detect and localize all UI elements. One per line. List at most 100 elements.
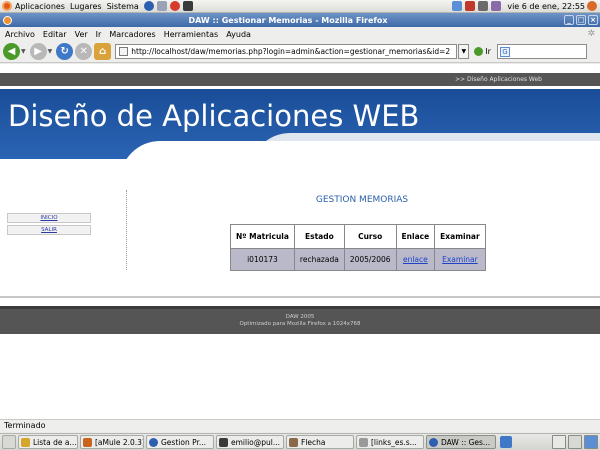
trash-icon[interactable] [584,435,598,449]
task-amule-icon [83,437,92,447]
search-engine-icon[interactable]: G [499,46,510,57]
sidebar-link-inicio[interactable]: INICIO [7,213,91,223]
clipboard-icon[interactable] [478,1,489,11]
menu-bar: Archivo Editar Ver Ir Marcadores Herrami… [0,27,600,41]
task-lista-icon [21,437,30,447]
update-icon[interactable] [491,1,502,11]
go-arrow-icon [474,47,484,56]
maximize-icon[interactable]: □ [576,15,586,25]
site-banner: Diseño de Aplicaciones WEB [0,89,600,159]
menu-ver[interactable]: Ver [75,30,88,39]
enlace-link[interactable]: enlace [403,255,428,264]
task-gestion[interactable]: Gestion Pr... [146,435,214,449]
show-desktop-icon[interactable] [2,435,16,449]
url-history-dropdown-icon[interactable]: ▼ [458,44,470,59]
menu-herramientas[interactable]: Herramientas [164,30,219,39]
task-terminal-icon [219,437,228,447]
task-amule[interactable]: [aMule 2.0.3] [80,435,144,449]
home-icon[interactable]: ⌂ [94,43,112,60]
task-daw-icon [429,437,438,447]
footer-line-2: Optimizado para Mozilla Firefox a 1024x7… [239,321,361,327]
memorias-table: Nº Matricula Estado Curso Enlace Examina… [230,224,486,271]
web-browser-launcher-icon[interactable] [143,1,154,11]
footer-divider [0,296,600,298]
footer-line-1: DAW 2005 [285,314,315,320]
top-panel: Aplicaciones Lugares Sistema vie 6 de en… [0,0,600,13]
window-title: DAW :: Gestionar Memorias - Mozilla Fire… [188,15,388,25]
task-flecha[interactable]: Flecha [286,435,354,449]
panel-clock[interactable]: vie 6 de ene, 22:55 [507,2,585,11]
sidebar-divider [126,190,127,270]
close-icon[interactable]: × [588,15,598,25]
gear-launcher-icon[interactable] [156,1,167,11]
sidebar-link-salir[interactable]: SALIR [7,225,91,235]
stop-icon[interactable]: ✕ [75,43,93,60]
menu-archivo[interactable]: Archivo [5,30,35,39]
navigation-toolbar: ◀ ▼ ▶ ▼ ↻ ✕ ⌂ http://localhost/daw/memor… [0,41,600,63]
cell-curso: 2005/2006 [343,248,397,271]
task-daw[interactable]: DAW :: Ges... [426,435,496,449]
window-title-bar[interactable]: DAW :: Gestionar Memorias - Mozilla Fire… [0,13,600,27]
ubuntu-logo-icon[interactable] [2,1,12,11]
banner-curve [120,141,600,159]
column-header-estado: Estado [293,224,345,249]
table-header-row: Nº Matricula Estado Curso Enlace Examina… [230,224,486,249]
menu-ir[interactable]: Ir [96,30,102,39]
column-header-enlace: Enlace [395,224,436,249]
power-icon[interactable] [587,1,597,11]
firefox-window-icon[interactable] [3,15,12,25]
workspace-2[interactable] [568,435,582,449]
reload-icon[interactable]: ↻ [56,43,74,60]
page-footer: DAW 2005 Optimizado para Mozilla Firefox… [0,306,600,334]
task-daw-label: DAW :: Ges... [441,437,491,447]
terminal-launcher-icon[interactable] [182,1,193,11]
menu-editar[interactable]: Editar [43,30,67,39]
cell-matricula: i010173 [230,248,295,271]
go-button[interactable]: Ir [474,47,491,56]
examinar-link[interactable]: Examinar [442,255,478,264]
back-arrow-icon[interactable]: ◀ [3,43,20,60]
url-text[interactable]: http://localhost/daw/memorias.php?login=… [131,47,450,56]
table-row: i010173 rechazada 2005/2006 enlace Exami… [230,248,486,271]
forward-history-dropdown-icon[interactable]: ▼ [48,48,53,55]
site-title: Diseño de Aplicaciones WEB [8,99,420,133]
task-gestion-icon [149,437,158,447]
throbber-icon: ✲ [587,29,595,39]
status-bar: Terminado [0,419,600,432]
task-links-label: [links_es.s... [371,437,417,447]
go-button-label: Ir [485,47,491,56]
menu-marcadores[interactable]: Marcadores [109,30,155,39]
task-amule-label: [aMule 2.0.3] [95,437,144,447]
back-history-dropdown-icon[interactable]: ▼ [21,48,26,55]
task-links-icon [359,437,368,447]
minimize-icon[interactable]: _ [564,15,574,25]
task-terminal[interactable]: emilio@pul... [216,435,284,449]
workspace-1[interactable] [552,435,566,449]
panel-menu-sistema[interactable]: Sistema [107,2,139,11]
help-launcher-icon[interactable] [169,1,180,11]
system-tray: vie 6 de ene, 22:55 [452,1,600,11]
column-header-examinar: Examinar [434,224,486,249]
cell-estado: rechazada [293,248,345,271]
cell-enlace: enlace [395,248,436,271]
panel-menu-lugares[interactable]: Lugares [70,2,102,11]
menu-ayuda[interactable]: Ayuda [226,30,251,39]
search-input[interactable]: G [496,44,587,59]
task-terminal-label: emilio@pul... [231,437,281,447]
cell-examinar: Examinar [434,248,486,271]
forward-arrow-icon[interactable]: ▶ [29,43,47,60]
task-flecha-label: Flecha [301,437,326,447]
network-icon[interactable] [452,1,463,11]
task-lista[interactable]: Lista de a... [18,435,78,449]
tray-app-icon[interactable] [500,436,512,448]
mail-icon[interactable] [465,1,476,11]
page-heading: GESTION MEMORIAS [315,195,409,205]
header-strip: >> Diseño Aplicaciones Web [0,73,600,86]
page-favicon-icon [119,47,129,56]
taskbar: Lista de a... [aMule 2.0.3] Gestion Pr..… [0,433,600,450]
url-field[interactable]: http://localhost/daw/memorias.php?login=… [115,44,458,59]
task-links[interactable]: [links_es.s... [356,435,424,449]
page-content: >> Diseño Aplicaciones Web Diseño de Apl… [0,64,600,419]
panel-menu-aplicaciones[interactable]: Aplicaciones [15,2,65,11]
header-strip-text: >> Diseño Aplicaciones Web [455,76,542,83]
